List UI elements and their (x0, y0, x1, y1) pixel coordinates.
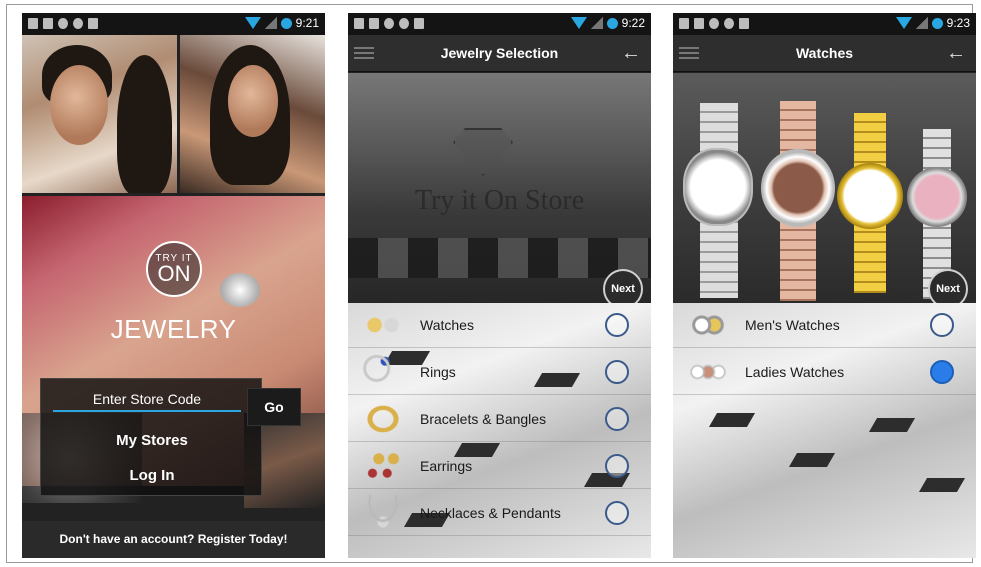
radio-button-selected[interactable] (930, 360, 954, 384)
login-panel: Enter Store Code My Stores Log In (40, 378, 262, 496)
radio-button[interactable] (930, 313, 954, 337)
status-time: 9:23 (946, 16, 970, 30)
gear-icon (724, 18, 734, 29)
store-code-input[interactable]: Enter Store Code (53, 391, 241, 412)
signal-icon (590, 17, 603, 29)
notification-icons (354, 18, 424, 29)
alarm-icon (606, 17, 618, 29)
store-display-cases (348, 238, 651, 278)
status-bar: 9:21 (22, 13, 325, 35)
go-button[interactable]: Go (247, 388, 301, 426)
store-name: Try it On Store (414, 185, 585, 216)
watch-type-list: Men's Watches Ladies Watches (673, 303, 976, 558)
diamond-icon (453, 128, 513, 176)
earrings-thumbnail-icon (362, 448, 404, 484)
status-time: 9:21 (295, 16, 319, 30)
ladies-watch-thumbnail-icon (687, 354, 729, 390)
rose-gold-watch-image (759, 101, 837, 301)
status-time: 9:22 (621, 16, 645, 30)
page-title: Jewelry Selection (440, 45, 559, 61)
bag-icon (694, 18, 704, 29)
cloud-icon (58, 18, 68, 29)
bag-icon (369, 18, 379, 29)
app-bar: Watches ← (673, 35, 976, 72)
mens-watch-thumbnail-icon (687, 307, 729, 343)
notification-icons (28, 18, 98, 29)
status-bar: 9:22 (348, 13, 651, 35)
gear-icon (73, 18, 83, 29)
list-item-label: Watches (420, 317, 474, 333)
wifi-icon (895, 17, 912, 29)
signal-icon (264, 17, 277, 29)
list-item[interactable]: Earrings (348, 444, 651, 489)
download-icon (739, 18, 749, 29)
phone-watches-screen: 9:23 Watches ← Next Men's Watches Ladies… (673, 13, 976, 558)
radio-button[interactable] (605, 454, 629, 478)
wifi-icon (570, 17, 587, 29)
page-title: Watches (795, 45, 854, 61)
category-list: Watches Rings Bracelets & Bangles Earrin… (348, 303, 651, 558)
notification-icons (679, 18, 749, 29)
wifi-icon (244, 17, 261, 29)
model-photo-bracelet (180, 35, 325, 193)
list-item-label: Rings (420, 364, 456, 380)
list-item[interactable]: Bracelets & Bangles (348, 397, 651, 442)
download-icon (414, 18, 424, 29)
image-icon (679, 18, 689, 29)
silver-watch-image (681, 103, 756, 298)
radio-button[interactable] (605, 501, 629, 525)
rings-thumbnail-icon (362, 354, 404, 390)
download-icon (88, 18, 98, 29)
phone-login-screen: 9:21 TRY IT ON JEWELRY Enter Store Code … (22, 13, 325, 558)
list-item[interactable]: Men's Watches (673, 303, 976, 348)
radio-button[interactable] (605, 360, 629, 384)
watches-thumbnail-icon (362, 307, 404, 343)
image-icon (354, 18, 364, 29)
try-it-on-logo: TRY IT ON (146, 241, 202, 297)
bracelets-thumbnail-icon (362, 401, 404, 437)
my-stores-link[interactable]: My Stores (41, 432, 263, 449)
cloud-icon (384, 18, 394, 29)
list-item-label: Earrings (420, 458, 473, 474)
model-photo-earring (22, 35, 177, 193)
list-item-label: Necklaces & Pendants (420, 505, 561, 521)
cloud-icon (709, 18, 719, 29)
radio-button[interactable] (605, 313, 629, 337)
back-arrow-icon[interactable]: ← (621, 43, 641, 63)
watches-banner-image (673, 73, 976, 305)
image-icon (28, 18, 38, 29)
alarm-icon (931, 17, 943, 29)
log-in-link[interactable]: Log In (41, 467, 263, 484)
list-item-label: Ladies Watches (745, 364, 845, 380)
brand-word: JEWELRY (110, 314, 237, 344)
list-item[interactable]: Rings (348, 350, 651, 395)
list-item-label: Men's Watches (745, 317, 840, 333)
alarm-icon (280, 17, 292, 29)
status-bar: 9:23 (673, 13, 976, 35)
gear-icon (399, 18, 409, 29)
phone-jewelry-selection-screen: 9:22 Jewelry Selection ← Try it On Store… (348, 13, 651, 558)
register-link[interactable]: Don't have an account? Register Today! (22, 521, 325, 558)
radio-button[interactable] (605, 407, 629, 431)
store-banner-image: Try it On Store (348, 73, 651, 305)
bag-icon (43, 18, 53, 29)
app-bar: Jewelry Selection ← (348, 35, 651, 72)
signal-icon (915, 17, 928, 29)
list-item[interactable]: Necklaces & Pendants (348, 491, 651, 536)
back-arrow-icon[interactable]: ← (946, 43, 966, 63)
gold-watch-image (835, 113, 905, 293)
list-item[interactable]: Ladies Watches (673, 350, 976, 395)
list-item[interactable]: Watches (348, 303, 651, 348)
necklaces-thumbnail-icon (362, 495, 404, 531)
list-item-label: Bracelets & Bangles (420, 411, 547, 427)
ring-icon (220, 273, 260, 307)
